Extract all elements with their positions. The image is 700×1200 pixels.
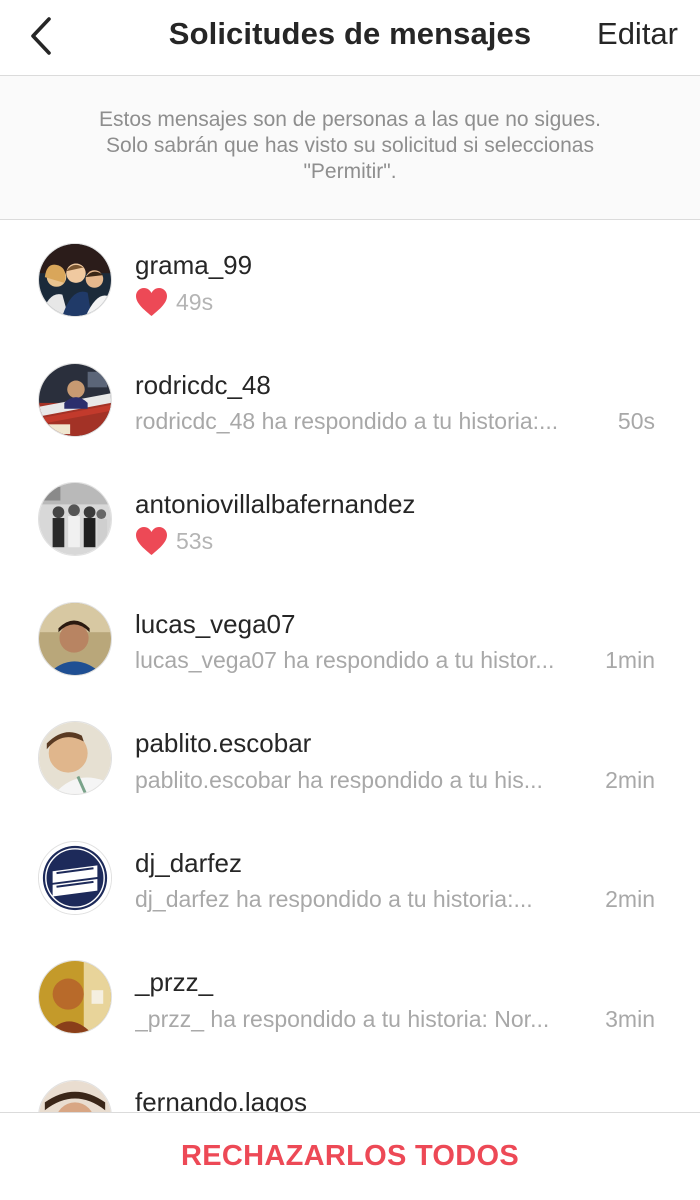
timestamp: 49s bbox=[176, 288, 214, 315]
username: lucas_vega07 bbox=[135, 608, 296, 639]
avatar bbox=[38, 960, 112, 1034]
timestamp: 1min bbox=[605, 647, 655, 673]
request-row[interactable]: lucas_vega07 lucas_vega07 ha respondido … bbox=[0, 579, 700, 699]
username: dj_darfez bbox=[135, 847, 242, 878]
message-preview: _przz_ ha respondido a tu historia: Nor.… bbox=[135, 1003, 655, 1035]
avatar bbox=[38, 840, 112, 915]
info-banner: Estos mensajes son de personas a las que… bbox=[0, 76, 700, 220]
heart-icon bbox=[135, 526, 168, 556]
preview-text: dj_darfez ha respondido a tu historia:..… bbox=[135, 886, 533, 912]
page-title: Solicitudes de mensajes bbox=[168, 16, 532, 51]
like-reaction: 53s bbox=[135, 526, 213, 556]
avatar bbox=[38, 243, 112, 317]
request-row[interactable]: grama_99 49s bbox=[0, 220, 700, 340]
request-row[interactable]: dj_darfez dj_darfez ha respondido a tu h… bbox=[0, 818, 700, 938]
portrait-photo-avatar bbox=[39, 722, 111, 794]
request-row[interactable]: pablito.escobar pablito.escobar ha respo… bbox=[0, 698, 700, 818]
group-bw-photo-avatar bbox=[39, 483, 111, 555]
requests-list: grama_99 49s rodricdc_48 rodricdc_48 ha … bbox=[0, 220, 700, 1176]
username: pablito.escobar bbox=[135, 728, 312, 758]
footer-bar: RECHAZARLOS TODOS bbox=[0, 1112, 700, 1200]
request-row[interactable]: antoniovillalbafernandez 53s bbox=[0, 459, 700, 579]
avatar bbox=[38, 601, 112, 676]
reject-all-button[interactable]: RECHAZARLOS TODOS bbox=[181, 1140, 519, 1173]
username: grama_99 bbox=[135, 250, 253, 280]
stadium-photo-avatar bbox=[39, 363, 111, 436]
avatar bbox=[38, 362, 112, 437]
preview-text: rodricdc_48 ha respondido a tu historia:… bbox=[135, 408, 559, 434]
portrait-photo-avatar bbox=[39, 602, 111, 675]
message-preview: 49s bbox=[135, 286, 655, 318]
request-row[interactable]: _przz_ _przz_ ha respondido a tu histori… bbox=[0, 937, 700, 1057]
username: _przz_ bbox=[135, 967, 214, 997]
message-preview: 53s bbox=[135, 525, 655, 557]
message-preview: pablito.escobar ha respondido a tu his..… bbox=[135, 764, 655, 796]
preview-text: pablito.escobar ha respondido a tu his..… bbox=[135, 766, 543, 793]
request-row[interactable]: rodricdc_48 rodricdc_48 ha respondido a … bbox=[0, 340, 700, 460]
header: Solicitudes de mensajes Editar bbox=[0, 0, 700, 76]
avatar bbox=[38, 721, 112, 795]
timestamp: 2min bbox=[605, 766, 655, 793]
message-preview: lucas_vega07 ha respondido a tu histor..… bbox=[135, 645, 655, 677]
timestamp: 3min bbox=[605, 1005, 655, 1032]
avatar bbox=[38, 482, 112, 556]
preview-text: _przz_ ha respondido a tu historia: Nor.… bbox=[135, 1005, 550, 1032]
timestamp: 53s bbox=[176, 527, 214, 554]
username: rodricdc_48 bbox=[135, 369, 271, 400]
trap-nation-logo-avatar bbox=[39, 841, 111, 914]
timestamp: 50s bbox=[617, 408, 655, 434]
portrait-photo-avatar bbox=[39, 961, 111, 1033]
info-text: Estos mensajes son de personas a las que… bbox=[99, 107, 601, 183]
username: antoniovillalbafernandez bbox=[135, 489, 416, 519]
like-reaction: 49s bbox=[135, 287, 213, 317]
timestamp: 2min bbox=[605, 886, 655, 912]
message-preview: dj_darfez ha respondido a tu historia:..… bbox=[135, 884, 655, 916]
preview-text: lucas_vega07 ha respondido a tu histor..… bbox=[135, 647, 555, 673]
message-preview: rodricdc_48 ha respondido a tu historia:… bbox=[135, 406, 655, 438]
message-requests-screen: Solicitudes de mensajes Editar Estos men… bbox=[0, 0, 700, 1200]
heart-icon bbox=[135, 287, 168, 317]
group-photo-avatar bbox=[39, 244, 111, 316]
edit-button[interactable]: Editar bbox=[597, 16, 678, 52]
